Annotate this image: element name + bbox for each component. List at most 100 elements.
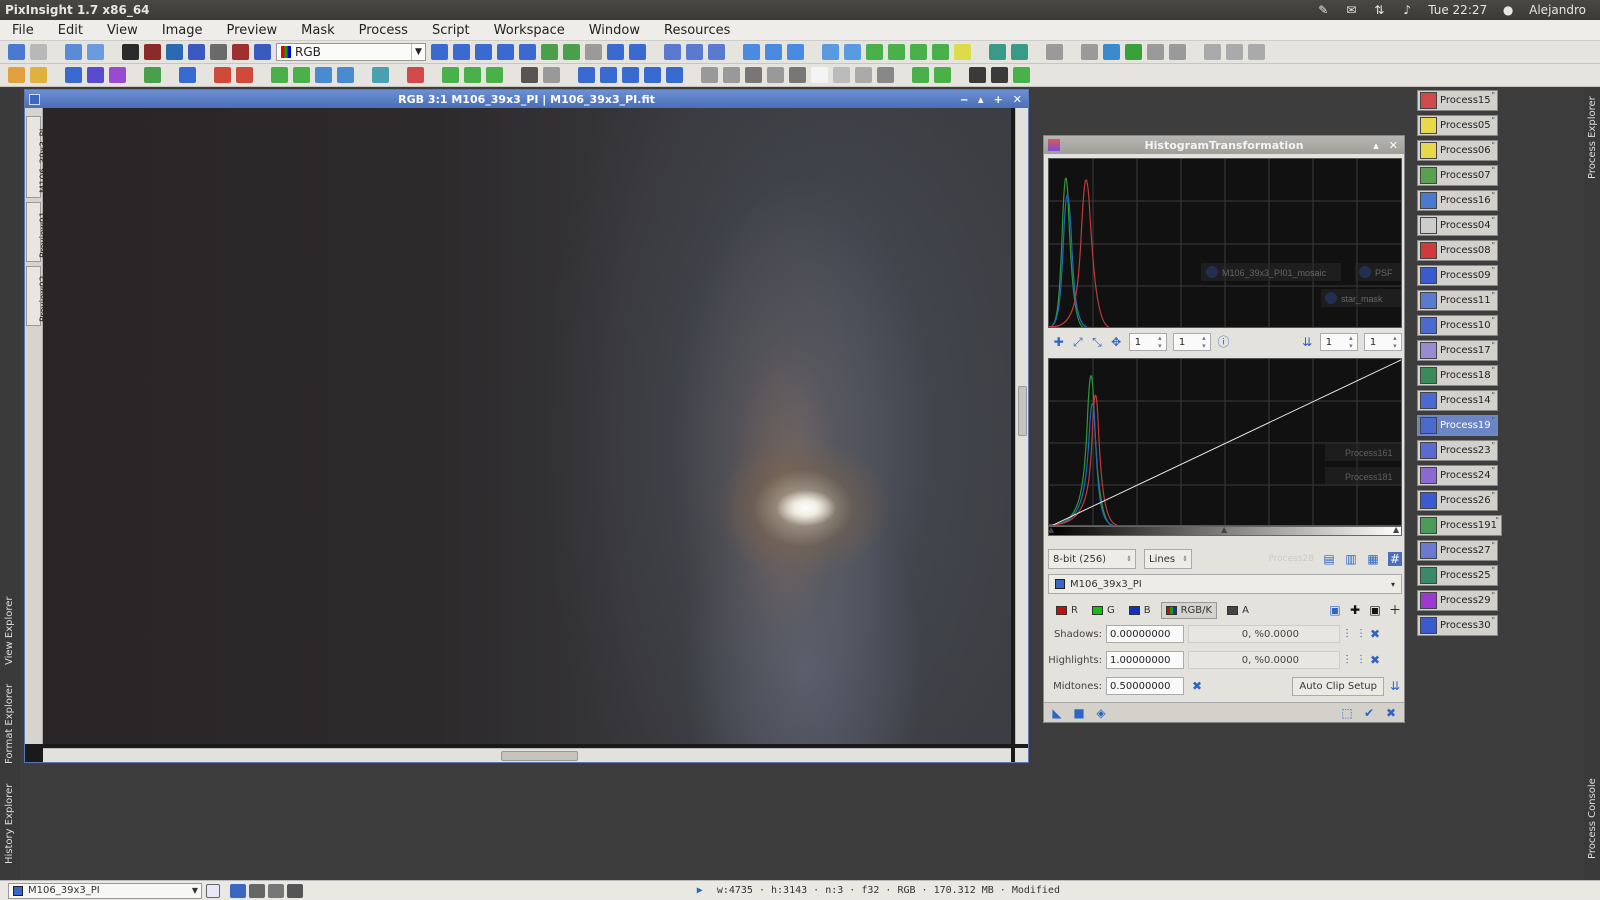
colorspace-icon[interactable]: [254, 44, 271, 60]
display-gray3-icon[interactable]: [287, 883, 303, 898]
output-histogram-plot[interactable]: Process161 Process181: [1048, 358, 1402, 526]
zoom-in-icon[interactable]: [475, 44, 492, 60]
red-channel-icon[interactable]: [144, 44, 161, 60]
tab-main-view[interactable]: M106_39x3_PI: [26, 116, 49, 198]
view-explorer-tab[interactable]: View Explorer: [4, 596, 15, 665]
gear-icon[interactable]: [1204, 44, 1221, 60]
shade-icon[interactable]: ▴: [978, 93, 984, 106]
wavelet2-icon[interactable]: [293, 67, 310, 83]
stf-icon[interactable]: [144, 67, 161, 83]
redo-icon[interactable]: [30, 44, 47, 60]
tab-preview01[interactable]: Preview01: [26, 202, 49, 262]
shadows-handle-icon[interactable]: ▲: [1048, 525, 1054, 534]
menu-process[interactable]: Process: [347, 20, 420, 41]
format-explorer-tab[interactable]: Format Explorer: [4, 684, 15, 764]
process-icon-process17[interactable]: Process17 ": [1417, 340, 1498, 361]
highlights-reset-icon[interactable]: ✖: [1368, 653, 1382, 667]
folder-icon[interactable]: [30, 67, 47, 83]
process-console-tab[interactable]: Process Console: [1587, 778, 1598, 859]
zoom-1-1-icon[interactable]: [453, 44, 470, 60]
volume-icon[interactable]: ♪: [1400, 4, 1414, 16]
output-vertical-zoom-spinner[interactable]: 1: [1363, 333, 1402, 351]
integration2-icon[interactable]: [464, 67, 481, 83]
close-image-icon[interactable]: [723, 67, 740, 83]
menu-mask[interactable]: Mask: [289, 20, 346, 41]
network-icon[interactable]: ⇅: [1372, 4, 1386, 16]
mask-icon[interactable]: [866, 44, 883, 60]
explorer-icon[interactable]: [8, 67, 25, 83]
mask-toggle-icon[interactable]: [954, 44, 971, 60]
tools-icon[interactable]: [1147, 44, 1164, 60]
shadows-auto-icon[interactable]: ⫶: [1354, 627, 1368, 641]
integration-icon[interactable]: [442, 67, 459, 83]
close-icon[interactable]: ✕: [1389, 139, 1398, 152]
process-icon-process04[interactable]: Process04 ": [1417, 215, 1498, 236]
zoom-fit-icon[interactable]: ✚: [1052, 335, 1065, 349]
menu-view[interactable]: View: [95, 20, 150, 41]
reset-view-icon[interactable]: ▣: [1368, 603, 1382, 617]
color-space-select[interactable]: RGB ▼: [276, 43, 426, 61]
process-icon-process19[interactable]: Process19 ": [1417, 415, 1498, 436]
menu-workspace[interactable]: Workspace: [482, 20, 577, 41]
histogram-icon[interactable]: [179, 67, 196, 83]
zoom-tool3-icon[interactable]: [708, 44, 725, 60]
wavelet-icon[interactable]: [271, 67, 288, 83]
green-channel-icon[interactable]: [166, 44, 183, 60]
demagnify-icon[interactable]: [629, 44, 646, 60]
active-view-selector[interactable]: M106_39x3_PI ▼: [8, 882, 202, 899]
fit-window-icon[interactable]: [743, 44, 760, 60]
new-instance-icon[interactable]: ◣: [1050, 706, 1064, 720]
highlights-input[interactable]: 1.00000000: [1106, 651, 1184, 669]
display-gray2-icon[interactable]: [268, 883, 284, 898]
zoom-tool-icon[interactable]: [664, 44, 681, 60]
process-icon-process27[interactable]: Process27 ": [1417, 540, 1498, 561]
readout-icon[interactable]: [541, 44, 558, 60]
rgb-channel-icon[interactable]: [122, 44, 139, 60]
process-icon-process29[interactable]: Process29 ": [1417, 590, 1498, 611]
vertical-scroll-thumb[interactable]: [1018, 386, 1027, 436]
integration3-icon[interactable]: [486, 67, 503, 83]
preview2-icon[interactable]: [844, 44, 861, 60]
new-window-icon[interactable]: [206, 883, 220, 898]
display-rgb-icon[interactable]: [230, 883, 246, 898]
zoom-fit-icon[interactable]: [431, 44, 448, 60]
mirror-icon[interactable]: [644, 67, 661, 83]
auto-clip-setup-button[interactable]: Auto Clip Setup: [1292, 676, 1384, 696]
process-icon-process05[interactable]: Process05 ": [1417, 115, 1498, 136]
shadows-clip-icon[interactable]: ⫶: [1340, 627, 1354, 641]
menu-resources[interactable]: Resources: [652, 20, 742, 41]
process-icon-process23[interactable]: Process23 ": [1417, 440, 1498, 461]
process-icon-process06[interactable]: Process06 ": [1417, 140, 1498, 161]
readout-mode-icon[interactable]: ▣: [1328, 603, 1342, 617]
zoom-out-icon[interactable]: [497, 44, 514, 60]
vertical-zoom-spinner[interactable]: 1: [1172, 333, 1211, 351]
hand-icon[interactable]: [1046, 44, 1063, 60]
process-icon-process11[interactable]: Process11 ": [1417, 290, 1498, 311]
gray3-icon[interactable]: [789, 67, 806, 83]
alpha-channel-icon[interactable]: [232, 44, 249, 60]
highlights-auto-icon[interactable]: ⫶: [1354, 653, 1368, 667]
zoom-out-icon[interactable]: ⤡: [1090, 335, 1103, 349]
grid-toggle-icon[interactable]: #: [1388, 552, 1402, 566]
mask-invert-icon[interactable]: [934, 67, 951, 83]
rotate-icon[interactable]: [578, 67, 595, 83]
image2-icon[interactable]: [87, 67, 104, 83]
gear2-icon[interactable]: [1226, 44, 1243, 60]
stack3-icon[interactable]: [1013, 67, 1030, 83]
curves2-icon[interactable]: [236, 67, 253, 83]
graph-style-select[interactable]: Lines ⇕: [1144, 549, 1192, 569]
dbe-icon[interactable]: [407, 67, 424, 83]
process-icon-process10[interactable]: Process10 ": [1417, 315, 1498, 336]
gear3-icon[interactable]: [1248, 44, 1265, 60]
channel-green[interactable]: G: [1088, 603, 1119, 618]
apply-global-icon[interactable]: ■: [1072, 706, 1086, 720]
gray5-icon[interactable]: [855, 67, 872, 83]
notes-icon[interactable]: ✎: [1316, 4, 1330, 16]
minimize-icon[interactable]: ‒: [960, 93, 968, 106]
menu-image[interactable]: Image: [150, 20, 215, 41]
highlights-handle-icon[interactable]: ▲: [1393, 525, 1399, 534]
channel-rgbk[interactable]: RGB/K: [1160, 601, 1218, 619]
histogram-titlebar[interactable]: HistogramTransformation ▴ ✕: [1044, 136, 1404, 154]
browse-docs-icon[interactable]: ⬚: [1340, 706, 1354, 720]
graph-mode-icon[interactable]: ▥: [1344, 552, 1358, 566]
